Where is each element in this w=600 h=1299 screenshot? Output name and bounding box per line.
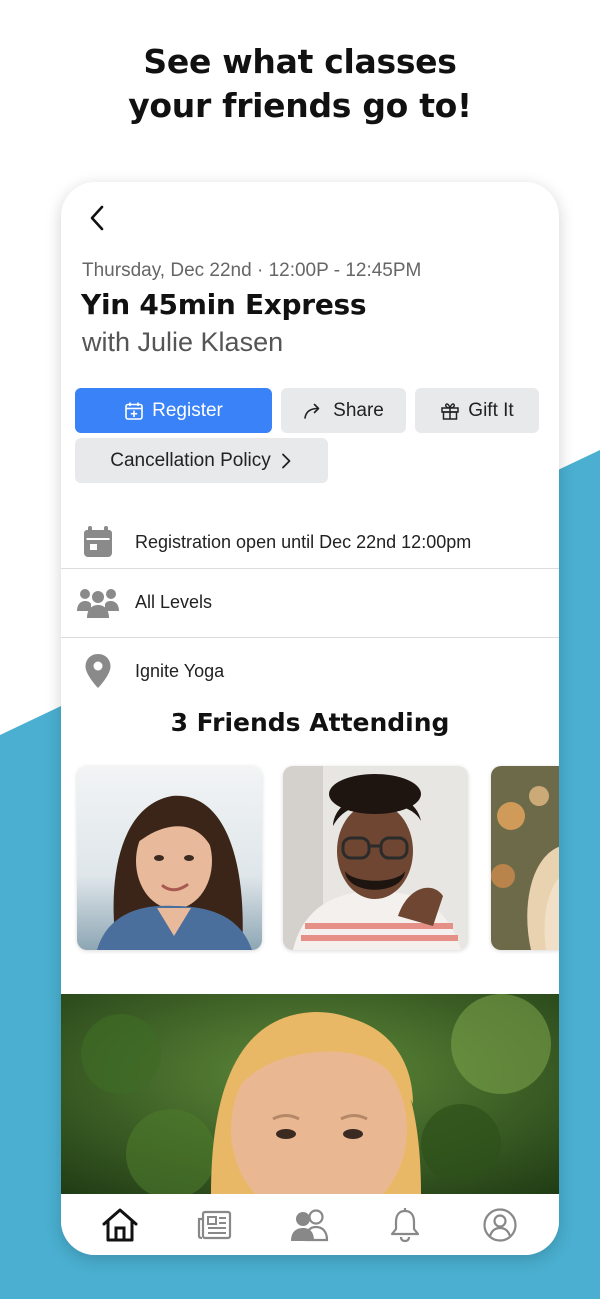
tab-notifications[interactable] <box>380 1200 430 1250</box>
gift-button[interactable]: Gift It <box>415 388 539 433</box>
promo-headline-line1: See what classes <box>143 42 457 81</box>
profile-icon <box>482 1207 517 1242</box>
chevron-left-icon <box>90 205 104 231</box>
phone-screen: Thursday, Dec 22nd · 12:00P - 12:45PM Yi… <box>61 182 559 1255</box>
registration-row: Registration open until Dec 22nd 12:00pm <box>61 516 559 568</box>
level-row: All Levels <box>61 576 559 628</box>
friend-photo <box>491 766 559 950</box>
chevron-right-icon <box>281 453 291 468</box>
tab-profile[interactable] <box>475 1200 525 1250</box>
map-pin-icon <box>85 654 111 688</box>
back-button[interactable] <box>81 202 113 234</box>
gift-icon <box>441 402 460 420</box>
instructor-photo <box>61 994 559 1194</box>
registration-text: Registration open until Dec 22nd 12:00pm <box>135 531 472 552</box>
instructor-photo-image <box>61 994 559 1194</box>
bell-icon <box>390 1207 419 1242</box>
friend-photo <box>77 766 262 950</box>
calendar-plus-icon <box>125 402 143 420</box>
promo-headline: See what classes your friends go to! <box>0 40 600 128</box>
promo-headline-line2: your friends go to! <box>128 86 472 125</box>
divider <box>61 568 559 569</box>
tab-news[interactable] <box>190 1200 240 1250</box>
friends-icon <box>290 1208 329 1241</box>
level-text: All Levels <box>135 591 213 612</box>
share-label: Share <box>333 399 384 421</box>
share-button[interactable]: Share <box>281 388 406 433</box>
location-text: Ignite Yoga <box>135 660 225 681</box>
friend-card[interactable] <box>283 766 468 950</box>
gift-label: Gift It <box>468 399 514 421</box>
class-date-time: Thursday, Dec 22nd · 12:00P - 12:45PM <box>82 260 422 281</box>
register-button[interactable]: Register <box>75 388 272 433</box>
group-icon <box>77 589 119 618</box>
divider <box>61 637 559 638</box>
register-label: Register <box>152 399 223 421</box>
class-instructor: with Julie Klasen <box>82 327 284 357</box>
friend-card[interactable] <box>491 766 559 950</box>
share-arrow-icon <box>304 403 320 419</box>
tab-friends[interactable] <box>285 1200 335 1250</box>
location-row[interactable]: Ignite Yoga <box>61 645 559 697</box>
friend-card[interactable] <box>77 766 262 950</box>
friends-attending-heading: 3 Friends Attending <box>170 708 450 737</box>
friend-photo <box>283 766 468 950</box>
calendar-icon <box>84 526 112 557</box>
home-icon <box>102 1208 138 1241</box>
news-icon <box>198 1210 232 1239</box>
bottom-tab-bar <box>61 1194 559 1255</box>
class-title: Yin 45min Express <box>81 288 367 321</box>
tab-home[interactable] <box>95 1200 145 1250</box>
cancellation-policy-label: Cancellation Policy <box>110 449 271 471</box>
cancellation-policy-button[interactable]: Cancellation Policy <box>75 438 328 483</box>
